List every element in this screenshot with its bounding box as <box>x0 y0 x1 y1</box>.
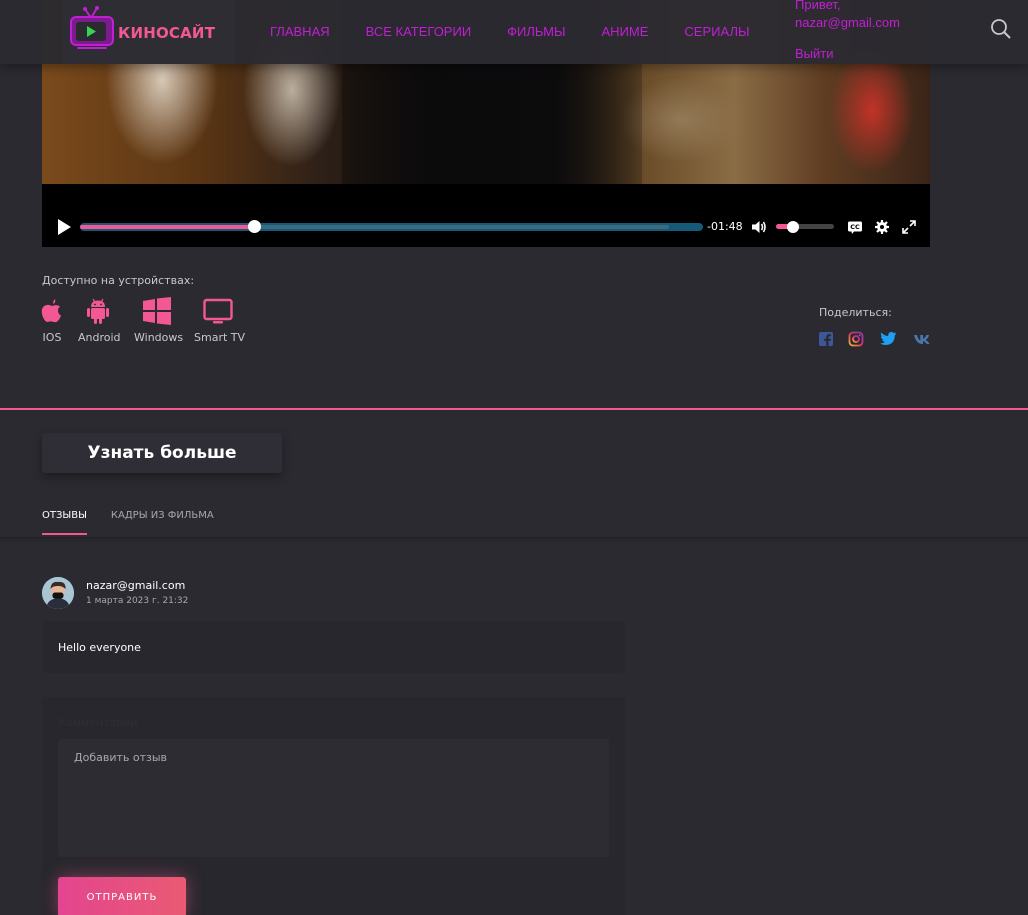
comment-author: nazar@gmail.com <box>86 579 186 592</box>
user-avatar-image <box>42 577 74 609</box>
device-android: Android <box>78 297 121 344</box>
logo-text[interactable]: КИНОСАЙТ <box>118 24 215 42</box>
section-divider <box>0 408 1028 410</box>
share-title: Поделиться: <box>819 306 892 319</box>
svg-text:CC: CC <box>850 223 860 231</box>
device-label: Windows <box>134 331 184 344</box>
time-remaining: -01:48 <box>707 220 743 233</box>
volume-slider[interactable] <box>776 224 834 229</box>
facebook-icon[interactable] <box>818 331 834 347</box>
greeting-text: Привет, <box>795 0 841 12</box>
search-icon[interactable] <box>990 18 1012 40</box>
devices-title: Доступно на устройствах: <box>42 274 195 287</box>
comment-date: 1 марта 2023 г. 21:32 <box>86 596 189 606</box>
tv-logo-icon[interactable] <box>69 5 115 51</box>
device-ios: IOS <box>40 297 64 344</box>
tab-stills[interactable]: КАДРЫ ИЗ ФИЛЬМА <box>111 510 214 535</box>
learn-more-button[interactable]: Узнать больше <box>42 433 282 473</box>
fullscreen-icon[interactable] <box>901 219 917 235</box>
tv-icon <box>203 298 233 324</box>
nav-series[interactable]: СЕРИАЛЫ <box>684 24 749 39</box>
comment-form: Комментарий ОТПРАВИТЬ <box>42 697 625 915</box>
windows-icon <box>143 297 171 325</box>
user-greeting: Привет, nazar@gmail.com <box>795 0 900 32</box>
android-icon <box>87 298 109 324</box>
nav-home[interactable]: ГЛАВНАЯ <box>270 24 330 39</box>
apple-icon <box>41 299 61 323</box>
instagram-icon[interactable] <box>848 331 864 347</box>
comment-text: Hello everyone <box>58 641 141 654</box>
comment-body: Hello everyone <box>42 621 625 673</box>
tabs: ОТЗЫВЫ КАДРЫ ИЗ ФИЛЬМА <box>42 510 238 535</box>
settings-icon[interactable] <box>874 219 890 235</box>
nav-films[interactable]: ФИЛЬМЫ <box>507 24 565 39</box>
device-label: IOS <box>42 331 62 344</box>
user-email: nazar@gmail.com <box>795 15 900 30</box>
nav-all-categories[interactable]: ВСЕ КАТЕГОРИИ <box>366 24 472 39</box>
device-label: Smart TV <box>194 331 246 344</box>
player-controls: -01:48 CC <box>42 208 930 246</box>
submit-button[interactable]: ОТПРАВИТЬ <box>58 877 186 915</box>
volume-icon[interactable] <box>751 219 767 235</box>
progress-fill <box>80 225 255 229</box>
play-icon[interactable] <box>56 218 72 236</box>
site-header: КИНОСАЙТ ГЛАВНАЯ ВСЕ КАТЕГОРИИ ФИЛЬМЫ АН… <box>0 0 1028 64</box>
avatar[interactable] <box>42 577 74 609</box>
twitter-icon[interactable] <box>879 331 897 347</box>
device-label: Android <box>78 331 121 344</box>
main-nav: ГЛАВНАЯ ВСЕ КАТЕГОРИИ ФИЛЬМЫ АНИМЕ СЕРИА… <box>270 24 786 39</box>
tab-reviews[interactable]: ОТЗЫВЫ <box>42 510 87 535</box>
progress-bar[interactable] <box>80 223 703 231</box>
logout-link[interactable]: Выйти <box>795 46 834 61</box>
nav-anime[interactable]: АНИМЕ <box>602 24 649 39</box>
comment-input[interactable] <box>58 739 609 857</box>
tabs-shadow <box>0 537 1028 543</box>
volume-thumb[interactable] <box>787 221 800 233</box>
progress-thumb[interactable] <box>248 220 262 233</box>
comment-label: Комментарий <box>58 716 138 729</box>
captions-icon[interactable]: CC <box>847 219 863 235</box>
device-smart-tv: Smart TV <box>194 297 246 344</box>
vk-icon[interactable] <box>913 331 931 347</box>
device-windows: Windows <box>134 297 184 344</box>
